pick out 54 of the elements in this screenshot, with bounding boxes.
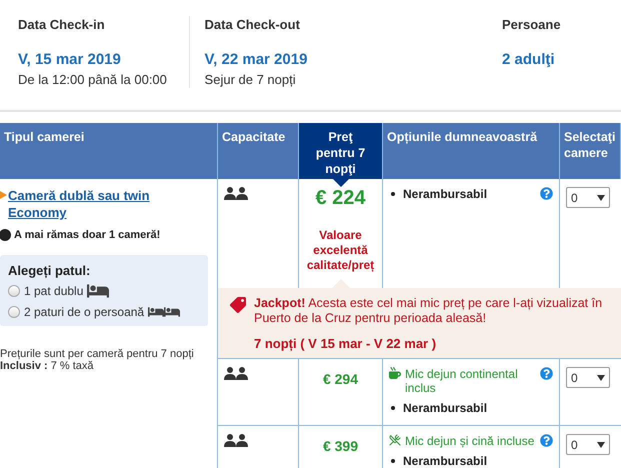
price-text: € 399 — [322, 438, 358, 454]
meal-text: Mic dejun și cină incluse — [405, 434, 534, 448]
price-text: € 224 — [315, 187, 366, 210]
value-badge-text: Valoare excelentă calitate/preț — [306, 228, 376, 273]
two-persons-icon — [224, 367, 248, 380]
bed-choice-title: Alegeți patul: — [8, 263, 92, 278]
help-icon[interactable] — [540, 187, 553, 200]
bullet-icon — [391, 459, 395, 463]
column-header: Selectaţi camere — [560, 123, 621, 179]
stay-note: De la 12:00 până la 00:00 — [18, 72, 168, 87]
column-header: Capacitate — [218, 123, 299, 179]
jackpot-text: Jackpot! Acesta este cel mai mic preț pe care l-ați vizualizat în Puerto de la Cruz pentru perioada aleasă! — [254, 296, 604, 326]
policy-text: Nerambursabil — [403, 454, 488, 468]
arrow-icon — [0, 190, 8, 200]
radio-button[interactable] — [8, 285, 20, 297]
price-note: Prețurile sunt per cameră pentru 7 nopți — [0, 348, 195, 360]
two-beds-icon — [148, 304, 180, 320]
help-icon[interactable] — [540, 434, 553, 447]
price-text: € 294 — [322, 371, 358, 387]
cutlery-icon — [389, 434, 401, 446]
tax-text: Inclusiv : 7 % taxă — [0, 360, 95, 372]
two-persons-icon — [224, 434, 248, 447]
stay-value: V, 22 mar 2019 — [204, 50, 308, 70]
stay-label: Data Check-in — [18, 16, 106, 34]
caret-icon — [597, 194, 605, 200]
policy-text: Nerambursabil — [403, 401, 488, 415]
dot-icon — [0, 229, 11, 241]
caret-icon — [597, 374, 605, 380]
jackpot-dates: 7 nopți ( V 15 mar - V 22 mar ) — [254, 336, 438, 351]
stay-note: Sejur de 7 nopți — [204, 72, 297, 87]
column-header: Opțiunile dumneavoastră — [383, 123, 560, 179]
room-name-link[interactable]: Cameră dublă sau twin Economy — [8, 187, 178, 221]
two-persons-icon — [224, 187, 248, 200]
bed-option-label: 1 pat dublu — [24, 284, 84, 298]
stay-label: Data Check-out — [204, 16, 301, 34]
cup-icon — [389, 367, 401, 379]
bullet-icon — [391, 406, 395, 410]
stay-label: Persoane — [502, 16, 562, 34]
meal-text: Mic dejun continental inclus — [405, 367, 519, 395]
help-icon[interactable] — [540, 367, 553, 380]
quantity-select[interactable]: 0 — [566, 434, 610, 455]
caret-icon — [597, 442, 605, 448]
bullet-icon — [391, 192, 395, 196]
stay-value: 2 adulţi — [502, 50, 556, 70]
column-header: Tipul camerei — [0, 123, 218, 179]
bed-option-label: 2 paturi de o persoană — [24, 305, 144, 319]
quantity-select[interactable]: 0 — [566, 367, 610, 388]
radio-button[interactable] — [8, 306, 20, 318]
pointer-icon — [332, 179, 348, 187]
policy-text: Nerambursabil — [403, 187, 488, 201]
stay-value: V, 15 mar 2019 — [18, 50, 122, 70]
tag-icon — [230, 297, 246, 313]
quantity-select[interactable]: 0 — [566, 187, 610, 208]
scarcity-text: A mai rămas doar 1 cameră! — [14, 229, 160, 241]
